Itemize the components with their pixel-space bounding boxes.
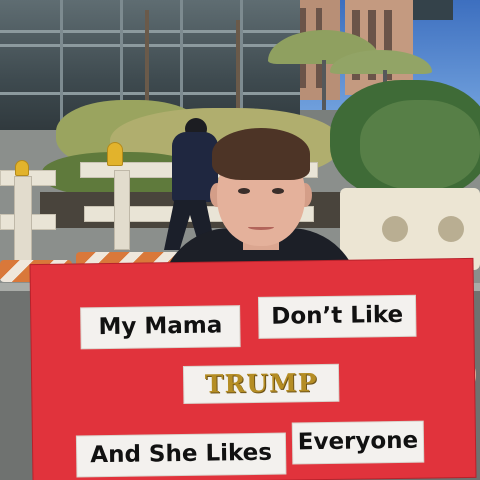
sign-text-name: TRUMP bbox=[183, 364, 339, 403]
photo-scene: My Mama Don’t Like TRUMP And She Likes E… bbox=[0, 0, 480, 480]
protest-sign: My Mama Don’t Like TRUMP And She Likes E… bbox=[30, 258, 476, 480]
sign-text-my-mama: My Mama bbox=[81, 306, 240, 349]
dark-tower bbox=[413, 0, 453, 20]
sign-text-everyone: Everyone bbox=[292, 421, 424, 464]
boy-eye bbox=[272, 188, 284, 194]
bench-post bbox=[114, 170, 130, 250]
bench-post bbox=[14, 176, 32, 262]
yellow-marker bbox=[15, 160, 29, 176]
boy-mouth bbox=[248, 224, 274, 230]
boy-eye bbox=[238, 188, 250, 194]
yellow-marker bbox=[107, 142, 123, 166]
boy-hair bbox=[212, 128, 310, 180]
sign-text-dont-like: Don’t Like bbox=[258, 295, 416, 338]
sign-text-and-she-likes: And She Likes bbox=[76, 433, 286, 477]
tall-grass bbox=[360, 100, 480, 190]
concrete-barrier bbox=[340, 188, 480, 270]
